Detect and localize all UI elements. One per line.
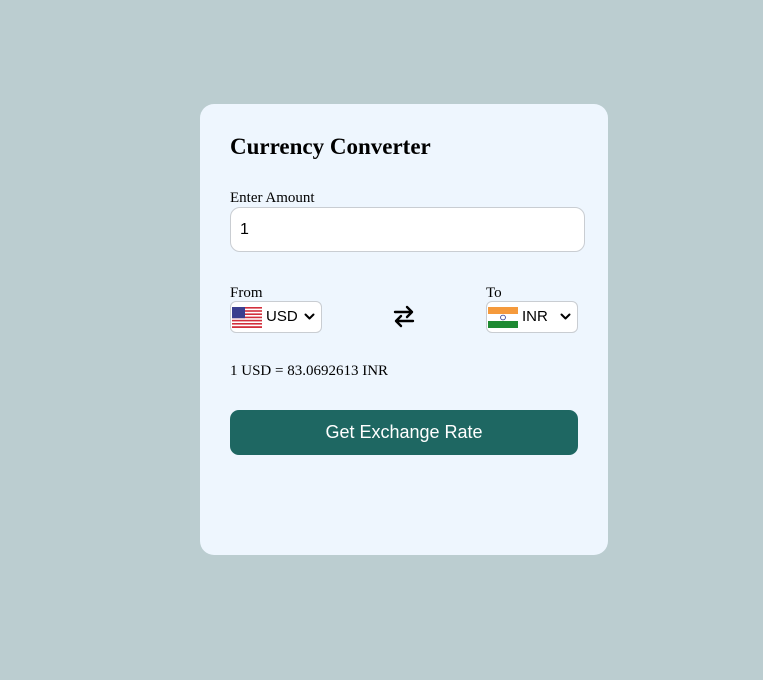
swap-arrows-icon[interactable] [391,303,417,329]
exchange-rate-text: 1 USD = 83.0692613 INR [230,363,389,379]
amount-label: Enter Amount [230,190,315,206]
page-title: Currency Converter [230,134,431,159]
to-currency-select[interactable]: INR [486,301,578,333]
converter-card: Currency Converter Enter Amount From USD… [200,104,608,555]
amount-input[interactable] [230,207,585,252]
to-currency-code: INR [522,308,548,325]
chevron-down-icon [304,313,315,320]
to-label: To [486,285,502,301]
from-label: From [230,285,263,301]
us-flag-icon [232,306,262,328]
from-currency-select[interactable]: USD [230,301,322,333]
india-flag-icon [488,306,518,328]
from-currency-code: USD [266,308,298,325]
get-exchange-rate-button[interactable]: Get Exchange Rate [230,410,578,455]
chevron-down-icon [560,313,571,320]
